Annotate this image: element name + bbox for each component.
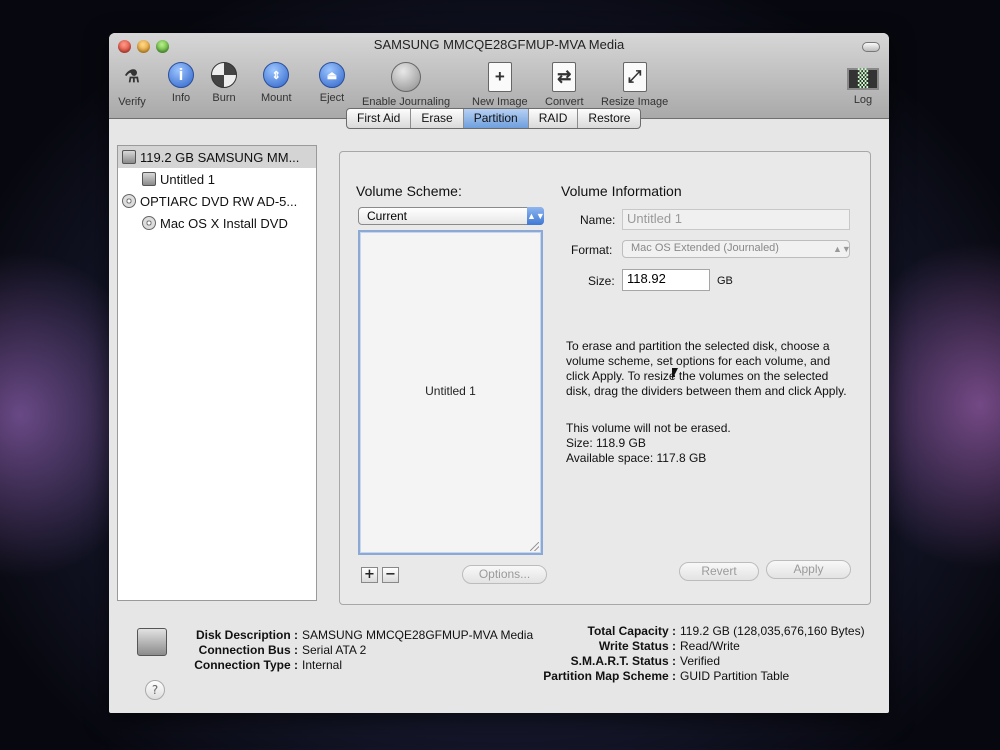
remove-partition-button[interactable]: − [382,567,399,583]
popup-arrows-icon: ▲▼ [527,207,545,225]
disk-icon [137,628,167,656]
connection-bus-value: Serial ATA 2 [302,643,367,657]
mouse-pointer [672,368,678,380]
burn-button[interactable]: Burn [211,62,237,104]
resize-image-icon: ⤢ [622,62,647,92]
smart-status-label: S.M.A.R.T. Status : [570,654,676,668]
help-button[interactable]: ? [145,680,165,700]
log-button[interactable]: ▒ Log [847,62,879,106]
mount-icon: ⇕ [263,62,290,88]
convert-icon: ⇄ [552,62,577,92]
partition-map-value: GUID Partition Table [680,669,790,683]
info-button[interactable]: i Info [168,62,194,104]
size-field[interactable]: 118.92 [622,269,710,291]
tab-raid[interactable]: RAID [529,109,579,128]
eject-button[interactable]: ⏏ Eject [319,62,345,104]
eject-label: Eject [319,92,345,104]
format-popup[interactable]: Mac OS Extended (Journaled) ▲▼ [622,240,851,258]
sidebar-item-label: Untitled 1 [160,171,215,187]
size-label: Size: [588,274,615,288]
title-bar: SAMSUNG MMCQE28GFMUP-MVA Media ⚗ Verify … [109,33,889,119]
write-status-label: Write Status : [598,639,676,653]
sidebar-item-optiarc-drive[interactable]: OPTIARC DVD RW AD-5... [118,190,316,212]
sidebar-item-install-dvd[interactable]: Mac OS X Install DVD [118,212,316,234]
log-label: Log [853,94,873,106]
volume-size-text: Size: 118.9 GB [566,436,646,450]
partition-untitled-1-label: Untitled 1 [425,384,476,398]
toolbar-toggle-button[interactable] [862,42,880,52]
connection-type-label: Connection Type : [194,658,298,672]
disk-description-value: SAMSUNG MMCQE28GFMUP-MVA Media [302,628,534,642]
convert-button[interactable]: ⇄ Convert [545,62,584,108]
tab-restore[interactable]: Restore [578,109,640,128]
eject-icon: ⏏ [319,62,345,88]
new-image-label: New Image [472,96,528,108]
volume-scheme-layout[interactable]: Untitled 1 [358,230,543,555]
name-label: Name: [580,213,616,227]
microscope-icon: ⚗ [124,67,140,86]
optical-drive-icon [122,194,136,208]
volume-erase-status: This volume will not be erased. [566,421,731,435]
resize-grip-icon[interactable] [530,542,539,551]
available-space-text: Available space: 117.8 GB [566,451,707,465]
sidebar-item-samsung-disk[interactable]: 119.2 GB SAMSUNG MM... [118,146,316,168]
volume-scheme-heading: Volume Scheme: [356,183,462,199]
mount-label: Mount [261,92,292,104]
function-tabs: First Aid Erase Partition RAID Restore [346,108,642,129]
sidebar-item-label: 119.2 GB SAMSUNG MM... [140,149,300,165]
tab-first-aid[interactable]: First Aid [347,109,412,128]
size-unit-label: GB [717,275,733,287]
revert-button[interactable]: Revert [679,562,759,581]
sidebar-item-untitled-volume[interactable]: Untitled 1 [118,168,316,190]
verify-label: Verify [118,96,146,108]
new-image-icon: + [487,62,512,92]
burn-icon [211,62,237,88]
volume-scheme-value: Current [367,209,408,223]
info-label: Info [171,92,191,104]
tab-erase[interactable]: Erase [411,109,464,128]
format-label: Format: [571,243,613,257]
new-image-button[interactable]: + New Image [472,62,528,108]
sidebar-item-label: Mac OS X Install DVD [160,215,288,231]
disc-icon [142,216,156,230]
write-status-value: Read/Write [680,639,740,653]
volume-scheme-popup[interactable]: Current ▲▼ [358,207,545,225]
connection-type-value: Internal [302,658,343,672]
tab-partition[interactable]: Partition [463,109,529,128]
total-capacity-label: Total Capacity : [587,624,676,638]
convert-label: Convert [545,96,584,108]
disk-info-right: Total Capacity : 119.2 GB (128,035,676,16… [528,624,865,684]
resize-image-label: Resize Image [601,96,669,108]
disk-list-sidebar: 119.2 GB SAMSUNG MM... Untitled 1 OPTIAR… [117,145,317,601]
sidebar-item-label: OPTIARC DVD RW AD-5... [140,193,298,209]
smart-status-value: Verified [680,654,721,668]
hard-drive-icon [122,150,136,164]
window-title: SAMSUNG MMCQE28GFMUP-MVA Media [373,37,625,52]
resize-image-button[interactable]: ⤢ Resize Image [601,62,668,108]
log-icon: ▒ [847,68,879,90]
info-icon: i [168,62,194,88]
verify-button[interactable]: ⚗ Verify [117,62,147,108]
partition-instructions: To erase and partition the selected disk… [566,339,847,398]
enable-journaling-label: Enable Journaling [362,96,451,108]
name-field[interactable]: Untitled 1 [622,209,850,230]
popup-arrows-icon: ▲▼ [833,244,851,254]
journaling-icon [391,62,422,92]
apply-button[interactable]: Apply [766,560,851,579]
connection-bus-label: Connection Bus : [198,643,298,657]
volume-icon [142,172,156,186]
burn-label: Burn [212,92,236,104]
format-value: Mac OS Extended (Journaled) [631,242,779,254]
options-button[interactable]: Options... [462,565,547,584]
disk-description-label: Disk Description : [195,628,298,642]
volume-information-heading: Volume Information [561,183,682,199]
mount-button[interactable]: ⇕ Mount [261,62,292,104]
add-partition-button[interactable]: + [361,567,378,583]
partition-map-label: Partition Map Scheme : [543,669,676,683]
enable-journaling-button[interactable]: Enable Journaling [362,62,450,108]
total-capacity-value: 119.2 GB (128,035,676,160 Bytes) [680,624,865,638]
disk-info-left: Disk Description : SAMSUNG MMCQE28GFMUP-M… [192,628,533,673]
